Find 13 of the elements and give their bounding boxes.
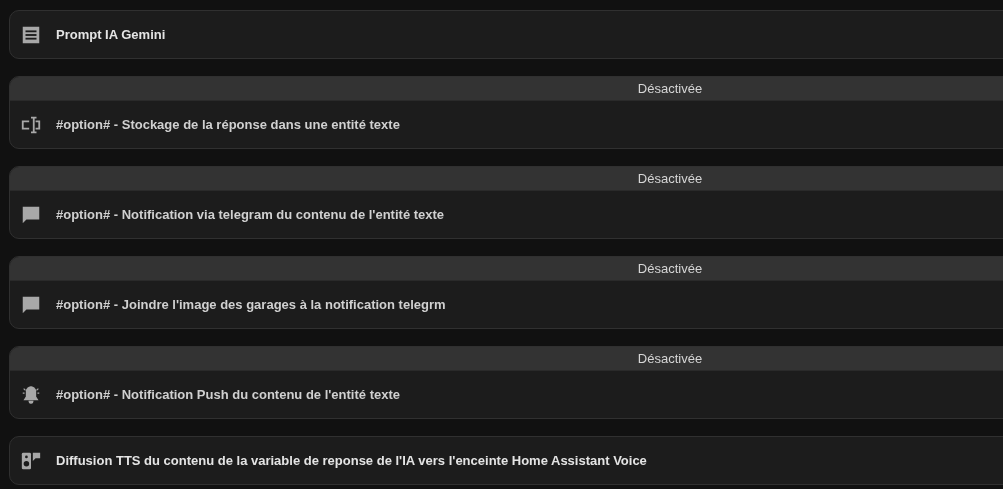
automation-card[interactable]: Diffusion TTS du contenu de la variable de reponse de l'IA vers l'enceinte Home Assistant Voice	[9, 436, 1003, 485]
card-title: #option# - Joindre l'image des garages à la notification telegrm	[56, 297, 446, 312]
automation-card[interactable]: Prompt IA Gemini	[9, 10, 1003, 59]
disabled-banner: Désactivée	[10, 77, 1003, 101]
card-title: Diffusion TTS du contenu de la variable de reponse de l'IA vers l'enceinte Home Assistant Voice	[56, 453, 647, 468]
card-title: #option# - Notification via telegram du contenu de l'entité texte	[56, 207, 445, 222]
disabled-banner: Désactivée	[10, 347, 1003, 371]
disabled-banner: Désactivée	[10, 257, 1003, 281]
card-title: Prompt IA Gemini	[56, 27, 166, 42]
disabled-banner: Désactivée	[10, 167, 1003, 191]
card-title: #option# - Notification Push du contenu de l'entité texte	[56, 387, 400, 402]
bell-ring-icon	[20, 383, 42, 406]
card-title: #option# - Stockage de la réponse dans une entité texte	[56, 117, 400, 132]
